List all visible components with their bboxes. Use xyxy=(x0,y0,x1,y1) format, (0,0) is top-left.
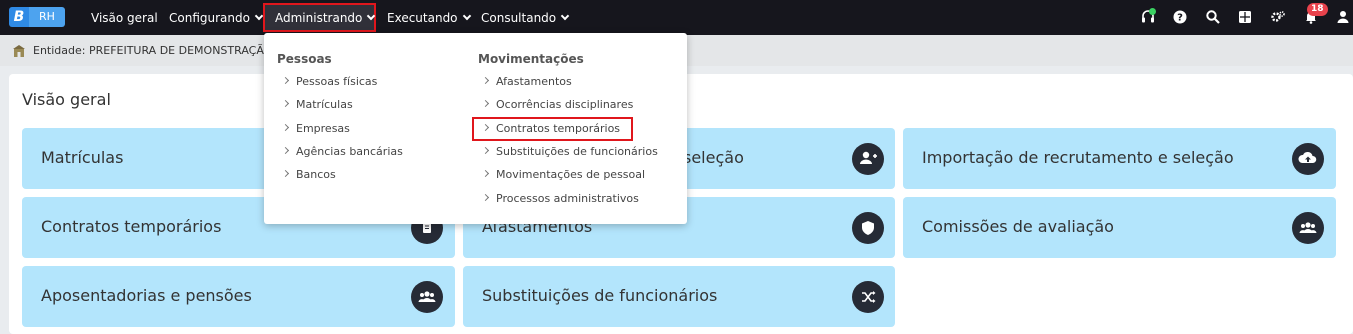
notification-badge: 18 xyxy=(1307,3,1328,16)
app-logo[interactable]: B RH xyxy=(9,7,65,27)
dropdown-section-pessoas: Pessoas xyxy=(277,52,332,66)
chevron-right-icon xyxy=(281,146,290,155)
card-importacao-recrutamento[interactable]: Importação de recrutamento e seleção xyxy=(903,128,1336,189)
users-icon xyxy=(1292,212,1324,244)
settings-icon[interactable] xyxy=(1270,9,1286,25)
chevron-down-icon xyxy=(254,11,264,21)
card-label: Comissões de avaliação xyxy=(922,217,1114,236)
building-icon xyxy=(12,43,26,57)
card-comissoes-avaliacao[interactable]: Comissões de avaliação xyxy=(903,197,1336,258)
chevron-down-icon xyxy=(367,11,376,21)
chevron-down-icon xyxy=(560,11,570,21)
chevron-right-icon xyxy=(481,169,490,178)
svg-text:?: ? xyxy=(1177,13,1183,24)
shield-icon xyxy=(852,212,884,244)
nav-configurando[interactable]: Configurando xyxy=(169,6,264,30)
menu-item-empresas[interactable]: Empresas xyxy=(281,121,350,137)
card-label: seleção xyxy=(683,148,744,167)
menu-item-ocorrencias-disciplinares[interactable]: Ocorrências disciplinares xyxy=(481,97,634,113)
menu-item-pessoas-fisicas[interactable]: Pessoas físicas xyxy=(281,74,378,90)
menu-item-label: Agências bancárias xyxy=(296,145,403,158)
nav-label: Executando xyxy=(387,11,458,25)
nav-label: Administrando xyxy=(275,11,363,25)
chevron-right-icon xyxy=(281,169,290,178)
menu-item-label: Bancos xyxy=(296,168,336,181)
users-icon xyxy=(411,281,443,313)
apps-icon[interactable] xyxy=(1237,9,1253,25)
user-plus-icon xyxy=(852,143,884,175)
highlight-frame xyxy=(472,117,633,141)
chevron-right-icon xyxy=(281,123,290,132)
search-icon[interactable] xyxy=(1205,9,1221,25)
page-title: Visão geral xyxy=(22,90,111,109)
top-navbar: B RH Visão geral Configurando Administra… xyxy=(0,0,1353,35)
card-aposentadorias-pensoes[interactable]: Aposentadorias e pensões xyxy=(22,266,455,327)
user-icon[interactable] xyxy=(1335,9,1351,25)
card-label: Aposentadorias e pensões xyxy=(41,286,252,305)
online-status-dot xyxy=(1149,8,1156,15)
nav-label: Configurando xyxy=(169,11,250,25)
logo-letter: B xyxy=(9,7,29,27)
cloud-upload-icon xyxy=(1292,143,1324,175)
chevron-right-icon xyxy=(481,76,490,85)
card-label: Matrículas xyxy=(41,148,124,167)
menu-item-substituicoes-funcionarios[interactable]: Substituições de funcionários xyxy=(481,144,658,160)
menu-item-processos-administrativos[interactable]: Processos administrativos xyxy=(481,191,639,207)
dropdown-section-movimentacoes: Movimentações xyxy=(478,52,584,66)
menu-item-label: Substituições de funcionários xyxy=(496,145,658,158)
card-label: Substituições de funcionários xyxy=(482,286,718,305)
menu-item-label: Movimentações de pessoal xyxy=(496,168,646,181)
chevron-right-icon xyxy=(281,99,290,108)
chevron-right-icon xyxy=(481,146,490,155)
nav-executando[interactable]: Executando xyxy=(387,6,471,30)
nav-consultando[interactable]: Consultando xyxy=(481,6,570,30)
menu-item-label: Pessoas físicas xyxy=(296,75,378,88)
chevron-right-icon xyxy=(481,99,490,108)
help-icon[interactable]: ? xyxy=(1172,9,1188,25)
menu-item-label: Empresas xyxy=(296,122,350,135)
card-substituicoes-funcionarios[interactable]: Substituições de funcionários xyxy=(463,266,895,327)
logo-label: RH xyxy=(29,7,65,27)
menu-item-bancos[interactable]: Bancos xyxy=(281,167,336,183)
menu-item-label: Processos administrativos xyxy=(496,192,639,205)
card-label: Contratos temporários xyxy=(41,217,222,236)
nav-visao-geral[interactable]: Visão geral xyxy=(91,6,158,30)
menu-item-afastamentos[interactable]: Afastamentos xyxy=(481,74,572,90)
chevron-right-icon xyxy=(281,76,290,85)
shuffle-icon xyxy=(852,281,884,313)
entity-label: Entidade: PREFEITURA DE DEMONSTRAÇÃO I xyxy=(33,44,280,57)
card-label: Importação de recrutamento e seleção xyxy=(922,148,1234,167)
menu-item-matriculas[interactable]: Matrículas xyxy=(281,97,353,113)
nav-administrando[interactable]: Administrando xyxy=(263,3,376,32)
menu-item-label: Afastamentos xyxy=(496,75,572,88)
nav-label: Consultando xyxy=(481,11,557,25)
menu-item-label: Ocorrências disciplinares xyxy=(496,98,634,111)
menu-item-label: Matrículas xyxy=(296,98,353,111)
chevron-down-icon xyxy=(462,11,471,21)
menu-item-agencias-bancarias[interactable]: Agências bancárias xyxy=(281,144,403,160)
chevron-right-icon xyxy=(481,193,490,202)
nav-label: Visão geral xyxy=(91,11,158,25)
menu-item-movimentacoes-pessoal[interactable]: Movimentações de pessoal xyxy=(481,167,646,183)
